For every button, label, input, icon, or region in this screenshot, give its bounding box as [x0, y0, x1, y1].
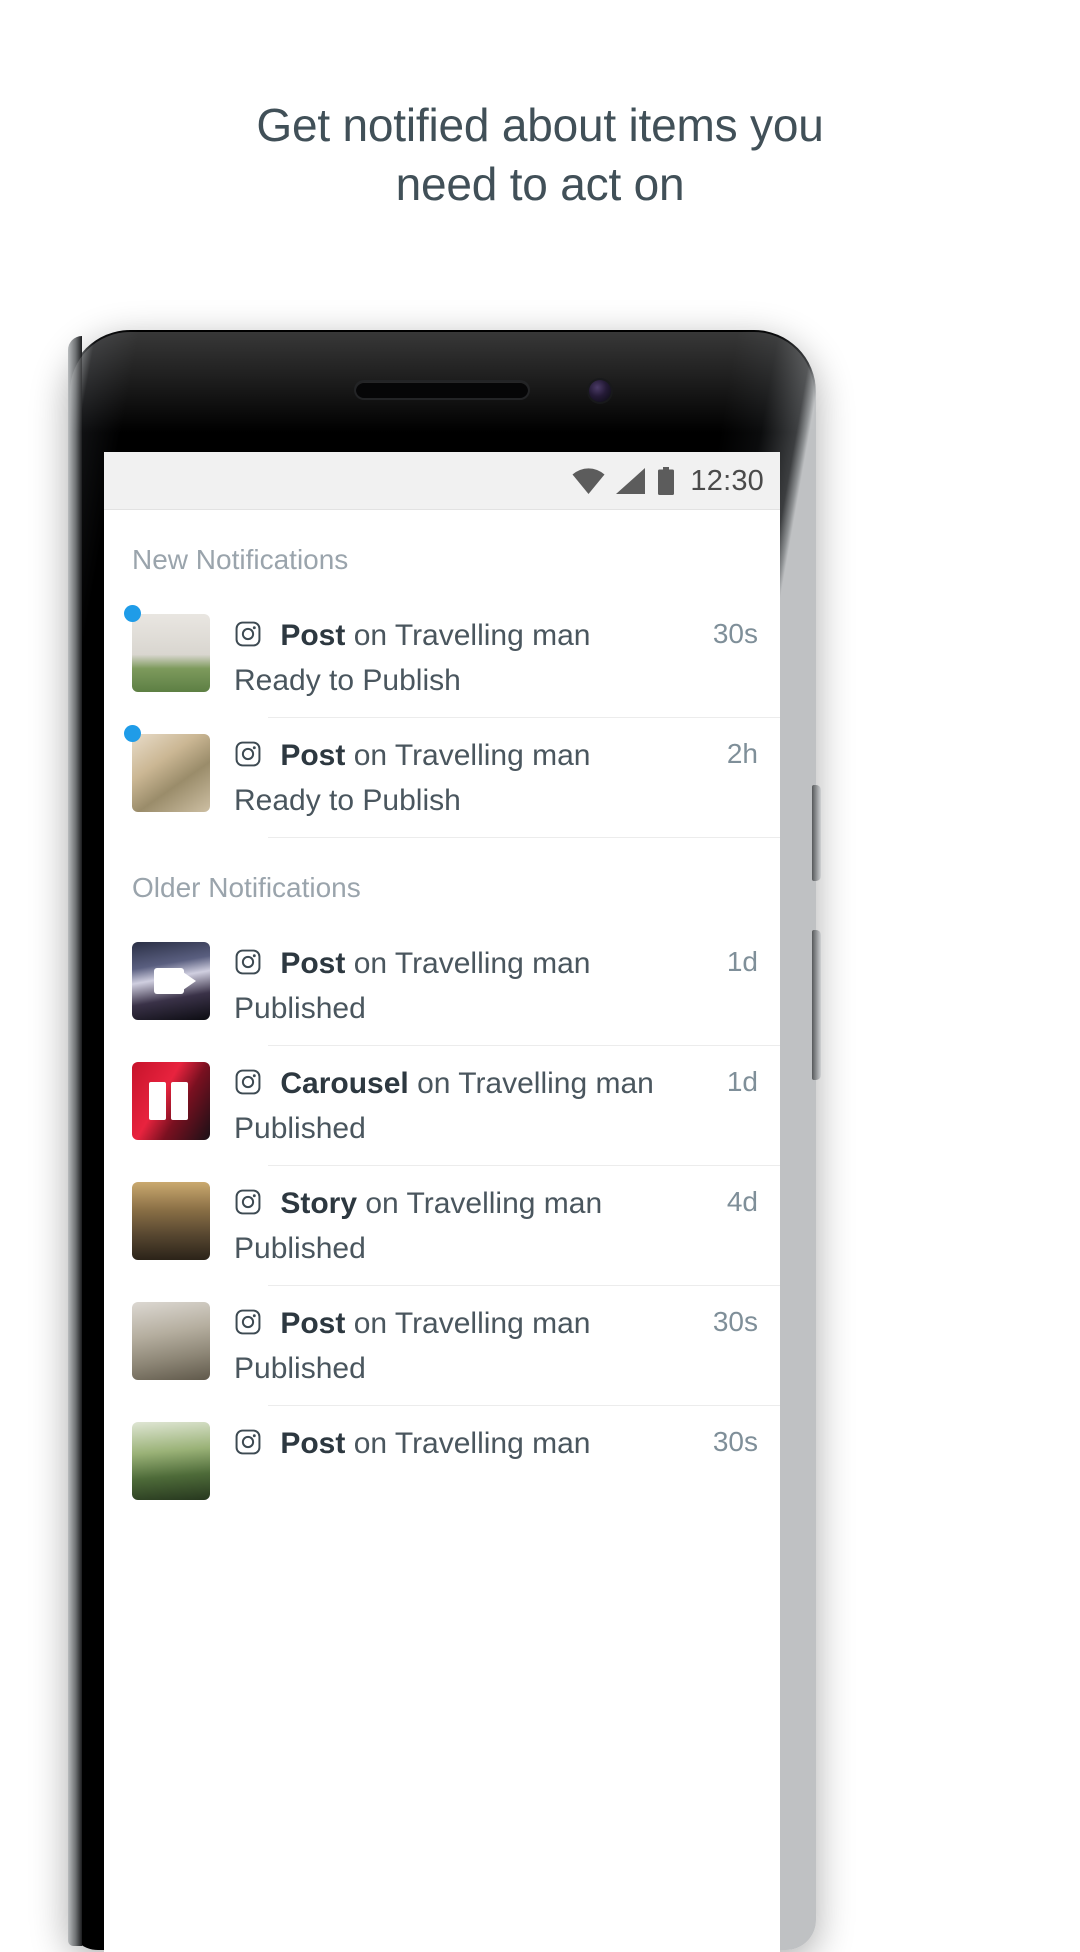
earpiece-speaker-icon: [356, 382, 528, 398]
notification-row[interactable]: Carousel on Travelling man Published 1d: [104, 1046, 780, 1166]
section-header-new: New Notifications: [132, 544, 349, 575]
notification-headline: Post on Travelling man: [234, 1304, 703, 1344]
unread-indicator-dot: [124, 605, 141, 622]
notification-headline: Post on Travelling man: [234, 1424, 703, 1464]
notification-row[interactable]: Post on Travelling man Published 1d: [104, 926, 780, 1046]
instagram-icon: [235, 1309, 261, 1335]
notification-body: Post on Travelling man Published: [234, 1302, 703, 1390]
phone-left-edge: [68, 336, 82, 1946]
notification-target: on Travelling man: [345, 947, 591, 980]
notification-timestamp: 1d: [726, 1066, 758, 1097]
notification-headline: Post on Travelling man: [234, 616, 703, 656]
notification-thumbnail-wrap: [124, 725, 210, 812]
notification-thumbnail-image: [132, 614, 210, 692]
notification-type: Post: [280, 739, 346, 772]
notification-timestamp: 2h: [726, 738, 758, 769]
notification-body: Post on Travelling man Ready to Publish: [234, 614, 703, 702]
notification-thumbnail-image: [132, 1182, 210, 1260]
notification-thumbnail-image: [132, 942, 210, 1020]
notification-timestamp: 30s: [712, 1426, 758, 1457]
notification-type: Post: [280, 619, 346, 652]
instagram-icon: [235, 949, 261, 975]
notification-body: Post on Travelling man Published: [234, 942, 717, 1030]
notification-thumbnail-image: [132, 1062, 210, 1140]
notification-thumbnail-wrap: [132, 942, 210, 1020]
notification-target: on Travelling man: [408, 1067, 654, 1100]
carousel-badge-icon: [149, 1082, 188, 1120]
video-badge-icon: [154, 968, 196, 994]
notification-target: on Travelling man: [345, 1307, 591, 1340]
notification-status: Ready to Publish: [234, 784, 461, 817]
notification-target: on Travelling man: [345, 739, 591, 772]
notification-target: on Travelling man: [345, 1427, 591, 1460]
notification-thumbnail-wrap: [132, 1062, 210, 1140]
notification-row[interactable]: Post on Travelling man 30s: [104, 1406, 780, 1526]
notification-list[interactable]: New Notifications Post on Travelling man: [104, 510, 780, 1526]
notification-thumbnail-wrap: [132, 1422, 210, 1500]
page-title: Get notified about items you need to act…: [0, 96, 1080, 214]
signal-icon: [616, 468, 646, 494]
page-title-line-2: need to act on: [395, 158, 685, 210]
page-title-line-1: Get notified about items you: [256, 99, 824, 151]
notification-status: Published: [234, 1112, 366, 1145]
notification-thumbnail-image: [132, 1422, 210, 1500]
status-bar: 12:30: [104, 452, 780, 510]
notification-timestamp: 30s: [712, 618, 758, 649]
notification-type: Post: [280, 947, 346, 980]
wifi-icon: [572, 468, 605, 494]
notification-target: on Travelling man: [357, 1187, 603, 1220]
status-bar-clock: 12:30: [690, 464, 764, 497]
notification-target: on Travelling man: [345, 619, 591, 652]
notification-status: Published: [234, 1232, 366, 1265]
notification-thumbnail-image: [132, 734, 210, 812]
notification-headline: Post on Travelling man: [234, 944, 717, 984]
notification-body: Post on Travelling man: [234, 1422, 703, 1468]
instagram-icon: [235, 1429, 261, 1455]
notification-timestamp: 30s: [712, 1306, 758, 1337]
section-header-older: Older Notifications: [132, 872, 361, 903]
notification-thumbnail-image: [132, 1302, 210, 1380]
row-divider: [268, 837, 780, 838]
unread-indicator-dot: [124, 725, 141, 742]
notification-row[interactable]: Story on Travelling man Published 4d: [104, 1166, 780, 1286]
notification-headline: Carousel on Travelling man: [234, 1064, 717, 1104]
notification-type: Post: [280, 1427, 346, 1460]
battery-icon: [658, 467, 675, 495]
instagram-icon: [235, 1189, 261, 1215]
front-camera-icon: [589, 380, 611, 402]
notification-timestamp: 4d: [726, 1186, 758, 1217]
phone-mockup: 12:30 New Notifications Post on Travelli…: [68, 330, 821, 1952]
status-bar-icons: 12:30: [572, 452, 764, 510]
notification-thumbnail-wrap: [132, 1182, 210, 1260]
notification-row[interactable]: Post on Travelling man Ready to Publish …: [104, 598, 780, 718]
notification-status: Ready to Publish: [234, 664, 461, 697]
notification-thumbnail-wrap: [124, 605, 210, 692]
notification-headline: Post on Travelling man: [234, 736, 717, 776]
notification-status: Published: [234, 992, 366, 1025]
notification-type: Post: [280, 1307, 346, 1340]
notification-row[interactable]: Post on Travelling man Published 30s: [104, 1286, 780, 1406]
instagram-icon: [235, 741, 261, 767]
instagram-icon: [235, 1069, 261, 1095]
phone-screen: 12:30 New Notifications Post on Travelli…: [104, 452, 780, 1952]
notification-body: Story on Travelling man Published: [234, 1182, 717, 1270]
notification-row[interactable]: Post on Travelling man Ready to Publish …: [104, 718, 780, 838]
power-button[interactable]: [812, 785, 821, 881]
notification-type: Carousel: [280, 1067, 409, 1100]
notification-body: Post on Travelling man Ready to Publish: [234, 734, 717, 822]
notification-headline: Story on Travelling man: [234, 1184, 717, 1224]
notification-status: Published: [234, 1352, 366, 1385]
instagram-icon: [235, 621, 261, 647]
notification-timestamp: 1d: [726, 946, 758, 977]
volume-button[interactable]: [812, 930, 821, 1080]
notification-thumbnail-wrap: [132, 1302, 210, 1380]
notification-body: Carousel on Travelling man Published: [234, 1062, 717, 1150]
notification-type: Story: [280, 1187, 358, 1220]
